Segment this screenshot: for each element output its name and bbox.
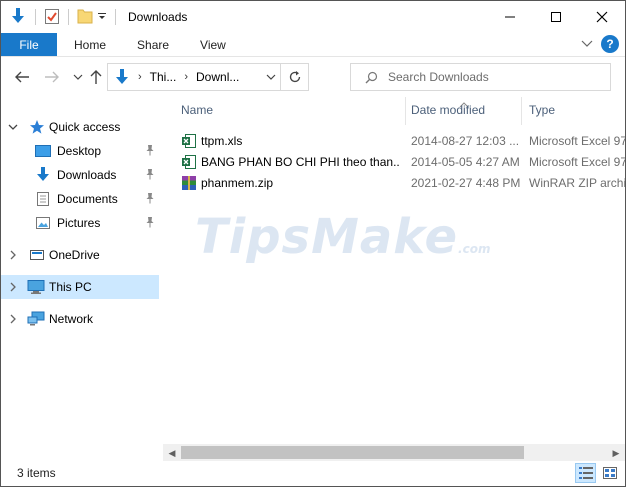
explorer-window: Downloads File Home Share View ? › Thi..…	[0, 0, 626, 487]
nav-label: Network	[49, 312, 94, 326]
breadcrumb-this-pc[interactable]: Thi...	[150, 70, 177, 84]
file-row[interactable]: BANG PHAN BO CHI PHI theo than... 2014-0…	[177, 152, 625, 172]
nav-label: Desktop	[57, 144, 102, 158]
item-count: 3 items	[17, 466, 56, 480]
up-button[interactable]	[87, 68, 105, 86]
search-box[interactable]: Search Downloads	[350, 63, 611, 91]
column-header-date[interactable]: Date modified	[411, 103, 485, 117]
expand-ribbon-icon[interactable]	[581, 37, 593, 51]
file-list: Name Date modified Type ttpm.xls 2014-08…	[163, 97, 625, 459]
nav-downloads[interactable]: Downloads	[1, 163, 159, 187]
forward-button[interactable]	[43, 68, 61, 86]
qat-dropdown-icon[interactable]	[97, 10, 107, 24]
downloads-arrow-icon	[9, 7, 27, 28]
ribbon-right-controls: ?	[581, 35, 619, 53]
search-input[interactable]: Search Downloads	[388, 70, 489, 84]
tab-file[interactable]: File	[1, 33, 57, 56]
pin-icon[interactable]	[145, 192, 155, 207]
scroll-left-icon[interactable]: ◀	[166, 447, 178, 459]
onedrive-icon	[29, 247, 45, 266]
nav-label: Quick access	[49, 120, 121, 134]
column-header-name[interactable]: Name	[181, 103, 213, 117]
winrar-archive-icon	[181, 175, 197, 194]
chevron-right-icon[interactable]	[8, 313, 18, 327]
downloads-location-icon	[114, 68, 130, 86]
network-icon	[27, 311, 45, 330]
nav-label: This PC	[49, 280, 92, 294]
file-date: 2014-08-27 12:03 ...	[411, 134, 520, 148]
tab-share[interactable]: Share	[124, 33, 182, 56]
nav-documents[interactable]: Documents	[1, 187, 159, 211]
tab-home[interactable]: Home	[61, 33, 119, 56]
column-divider[interactable]	[405, 97, 406, 125]
refresh-button[interactable]	[280, 64, 308, 90]
scroll-right-icon[interactable]: ▶	[610, 447, 622, 459]
chevron-right-icon[interactable]: ›	[138, 71, 142, 83]
nav-pictures[interactable]: Pictures	[1, 211, 159, 235]
window-controls	[487, 1, 625, 33]
new-folder-icon[interactable]	[77, 7, 93, 28]
nav-label: Pictures	[57, 216, 101, 230]
nav-label: Documents	[57, 192, 118, 206]
chevron-right-icon[interactable]: ›	[184, 71, 188, 83]
details-view-button[interactable]	[575, 463, 596, 483]
nav-quick-access[interactable]: Quick access	[1, 115, 159, 139]
excel-file-icon	[181, 154, 197, 173]
star-icon	[29, 119, 45, 138]
pin-icon[interactable]	[145, 144, 155, 159]
file-type: WinRAR ZIP archiv	[529, 176, 625, 190]
tab-view[interactable]: View	[187, 33, 239, 56]
file-type: Microsoft Excel 97	[529, 155, 625, 169]
large-icons-view-button[interactable]	[599, 463, 620, 483]
downloads-icon	[35, 167, 51, 186]
file-row[interactable]: phanmem.zip 2021-02-27 4:48 PM WinRAR ZI…	[177, 173, 625, 193]
back-button[interactable]	[13, 68, 31, 86]
pin-icon[interactable]	[145, 216, 155, 231]
file-name: ttpm.xls	[201, 134, 243, 148]
file-name: BANG PHAN BO CHI PHI theo than...	[201, 155, 399, 169]
horizontal-scrollbar[interactable]: ◀ ▶	[163, 444, 625, 461]
scrollbar-thumb[interactable]	[181, 446, 524, 459]
column-header-type[interactable]: Type	[529, 103, 555, 117]
chevron-right-icon[interactable]	[8, 281, 18, 295]
chevron-right-icon[interactable]	[8, 249, 18, 263]
chevron-down-icon[interactable]	[8, 121, 18, 135]
quick-access-toolbar	[1, 1, 120, 33]
file-name: phanmem.zip	[201, 176, 274, 190]
nav-desktop[interactable]: Desktop	[1, 139, 159, 163]
nav-onedrive[interactable]: OneDrive	[1, 243, 159, 267]
title-bar: Downloads	[1, 1, 625, 33]
maximize-button[interactable]	[533, 1, 579, 33]
navigation-pane: Quick access Desktop Downloads Documents…	[1, 97, 161, 459]
nav-network[interactable]: Network	[1, 307, 159, 331]
desktop-icon	[35, 143, 51, 162]
file-row[interactable]: ttpm.xls 2014-08-27 12:03 ... Microsoft …	[177, 131, 625, 151]
pictures-icon	[35, 215, 51, 234]
close-button[interactable]	[579, 1, 625, 33]
address-bar[interactable]: › Thi... › Downl...	[107, 63, 309, 91]
tipsmake-watermark: TipsMake.com	[195, 209, 491, 265]
minimize-button[interactable]	[487, 1, 533, 33]
file-date: 2021-02-27 4:48 PM	[411, 176, 521, 190]
search-icon	[365, 71, 378, 84]
excel-file-icon	[181, 133, 197, 152]
file-type: Microsoft Excel 97	[529, 134, 625, 148]
pin-icon[interactable]	[145, 168, 155, 183]
nav-this-pc[interactable]: This PC	[1, 275, 159, 299]
address-dropdown-icon[interactable]	[266, 71, 276, 85]
column-divider[interactable]	[521, 97, 522, 125]
properties-icon[interactable]	[44, 7, 60, 28]
documents-icon	[35, 191, 51, 210]
help-icon[interactable]: ?	[601, 35, 619, 53]
address-row: › Thi... › Downl... Search Downloads	[1, 58, 625, 96]
computer-icon	[27, 279, 45, 298]
window-title: Downloads	[128, 10, 188, 24]
nav-label: OneDrive	[49, 248, 100, 262]
status-bar: 3 items	[1, 461, 625, 486]
ribbon-tabs: File Home Share View ?	[1, 33, 625, 57]
nav-label: Downloads	[57, 168, 117, 182]
recent-locations-button[interactable]	[69, 68, 87, 86]
file-date: 2014-05-05 4:27 AM	[411, 155, 520, 169]
breadcrumb-downloads[interactable]: Downl...	[196, 70, 239, 84]
